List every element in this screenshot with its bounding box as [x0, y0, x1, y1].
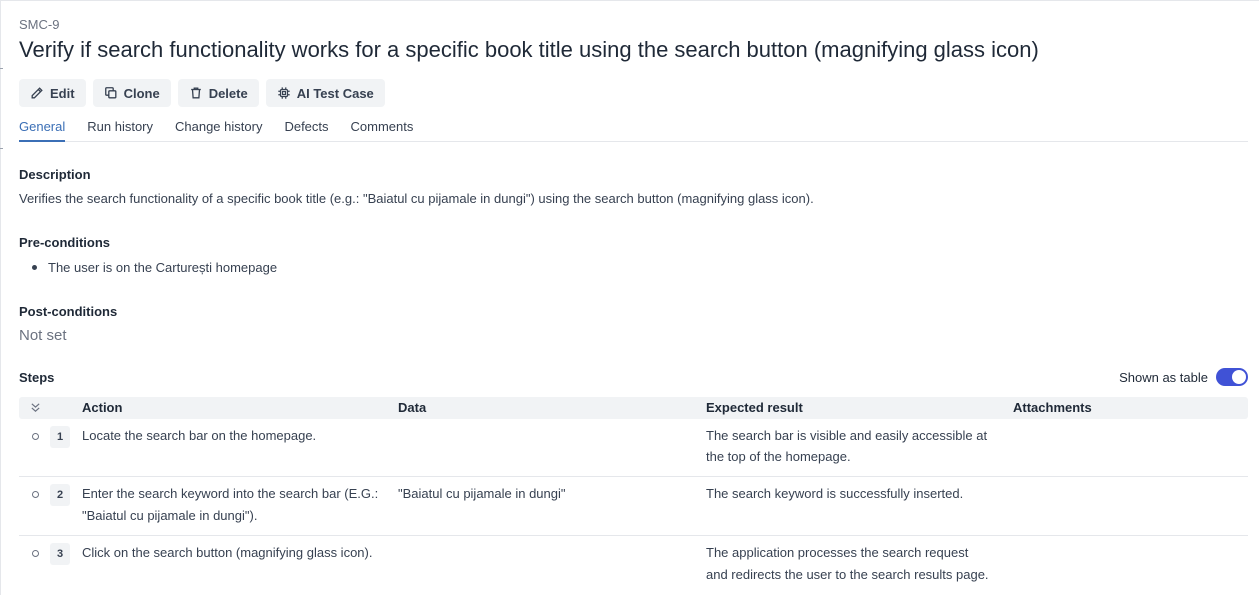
- delete-label: Delete: [208, 85, 248, 101]
- column-attachments: Attachments: [1013, 400, 1092, 415]
- tab-bar: General Run history Change history Defec…: [19, 112, 1248, 142]
- step-expected: The search keyword is successfully inser…: [706, 483, 1006, 505]
- bullet-dot: [32, 265, 37, 270]
- copy-icon: [104, 87, 117, 99]
- step-action-line: Click on the search button (magnifying g…: [82, 545, 373, 560]
- case-id: SMC-9: [19, 17, 60, 32]
- step-action-line: "Baiatul cu pijamale in dungi").: [82, 508, 258, 523]
- tab-run-history[interactable]: Run history: [87, 112, 153, 142]
- collapse-all-icon[interactable]: [30, 402, 41, 413]
- table-row[interactable]: 3 Click on the search button (magnifying…: [19, 536, 1248, 594]
- column-expected-result: Expected result: [706, 400, 803, 415]
- table-row[interactable]: 1 Locate the search bar on the homepage.…: [19, 419, 1248, 477]
- step-expected-line: The application processes the search req…: [706, 545, 969, 560]
- table-row[interactable]: 2 Enter the search keyword into the sear…: [19, 477, 1248, 536]
- postconditions-label: Post-conditions: [19, 304, 118, 319]
- step-number: 1: [50, 426, 70, 448]
- tab-general[interactable]: General: [19, 112, 66, 142]
- precondition-item: The user is on the Carturești homepage: [48, 260, 278, 275]
- step-action-line: Locate the search bar on the homepage.: [82, 428, 317, 443]
- description-text: Verifies the search functionality of a s…: [19, 191, 814, 206]
- step-action-line: Enter the search keyword into the search…: [82, 486, 379, 501]
- column-data: Data: [398, 400, 427, 415]
- step-expected: The application processes the search req…: [706, 542, 1006, 586]
- row-status-icon: [32, 433, 39, 440]
- tab-comments[interactable]: Comments: [351, 112, 414, 142]
- table-view-toggle-wrap: Shown as table: [1119, 368, 1248, 386]
- column-action: Action: [82, 400, 123, 415]
- postconditions-value: Not set: [19, 327, 67, 344]
- ai-test-case-button[interactable]: AI Test Case: [265, 79, 385, 107]
- chip-icon: [278, 87, 290, 99]
- pencil-icon: [31, 87, 43, 99]
- shown-as-table-toggle[interactable]: [1216, 368, 1248, 386]
- delete-button[interactable]: Delete: [177, 79, 259, 107]
- row-status-icon: [32, 491, 39, 498]
- steps-table-header: Action Data Expected result Attachments: [19, 397, 1248, 419]
- tab-defects[interactable]: Defects: [284, 112, 328, 142]
- step-action: Click on the search button (magnifying g…: [82, 542, 392, 564]
- step-expected-line: and redirects the user to the search res…: [706, 567, 989, 582]
- description-label: Description: [19, 167, 91, 182]
- step-expected: The search bar is visible and easily acc…: [706, 425, 1006, 467]
- toolbar: Edit Clone Delete AI Test Case: [19, 79, 385, 107]
- step-data: "Baiatul cu pijamale in dungi": [398, 486, 566, 501]
- scroll-marker: [0, 68, 3, 69]
- step-expected-line: The search keyword is successfully inser…: [706, 486, 964, 501]
- row-status-icon: [32, 550, 39, 557]
- ai-test-case-label: AI Test Case: [296, 85, 374, 101]
- steps-label: Steps: [19, 370, 55, 385]
- scroll-marker: [0, 148, 3, 149]
- toggle-knob: [1232, 370, 1246, 384]
- edit-label: Edit: [50, 85, 75, 101]
- preconditions-label: Pre-conditions: [19, 235, 111, 250]
- step-expected-line: the top of the homepage.: [706, 449, 851, 464]
- clone-button[interactable]: Clone: [92, 79, 171, 107]
- step-number: 2: [50, 484, 70, 506]
- step-action: Locate the search bar on the homepage.: [82, 425, 392, 447]
- step-expected-line: The search bar is visible and easily acc…: [706, 428, 988, 443]
- tab-change-history[interactable]: Change history: [175, 112, 262, 142]
- step-action: Enter the search keyword into the search…: [82, 483, 392, 527]
- toggle-label: Shown as table: [1119, 369, 1208, 385]
- step-number: 3: [50, 543, 70, 565]
- edit-button[interactable]: Edit: [19, 79, 86, 107]
- trash-icon: [190, 87, 201, 99]
- page-title: Verify if search functionality works for…: [19, 37, 1039, 62]
- clone-label: Clone: [123, 85, 160, 101]
